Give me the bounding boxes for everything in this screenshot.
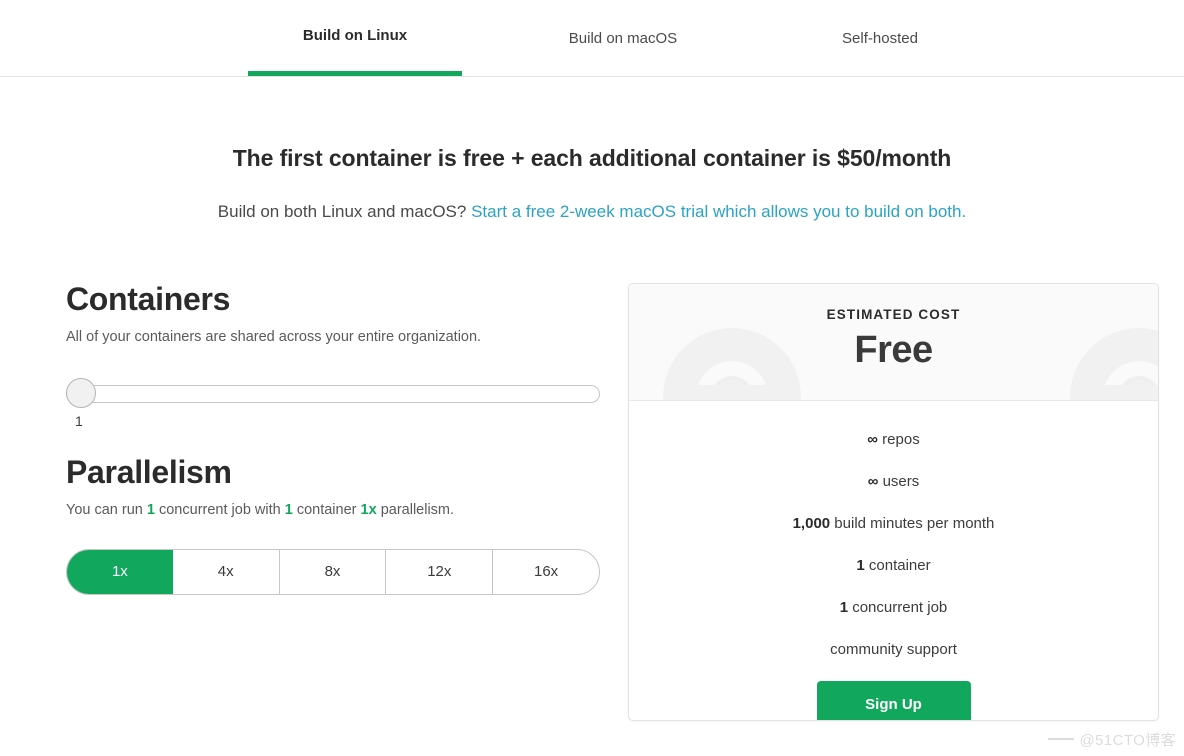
tab-build-on-macos[interactable]: Build on macOS (516, 0, 730, 76)
feature-item: ∞ repos (629, 419, 1158, 461)
estimated-cost-label: ESTIMATED COST (826, 307, 961, 322)
containers-slider[interactable]: 1 (66, 375, 600, 429)
tab-bar: Build on Linux Build on macOS Self-hoste… (0, 0, 1184, 77)
watermark-rule (1048, 738, 1074, 740)
feature-item: 1 container (629, 545, 1158, 587)
slider-handle[interactable] (66, 377, 96, 408)
parallelism-jobs-value: 1 (146, 501, 155, 518)
slider-value-label: 1 (75, 412, 83, 429)
parallelism-desc-prefix: You can run (66, 501, 147, 518)
tab-label: Build on Linux (302, 27, 408, 44)
parallelism-title: Parallelism (66, 453, 232, 490)
tab-build-on-linux[interactable]: Build on Linux (248, 0, 462, 76)
parallelism-multiplier-value: 1x (360, 501, 377, 518)
containers-description: All of your containers are shared across… (66, 328, 482, 345)
signup-container: Sign Up (629, 681, 1158, 720)
parallelism-option-12x[interactable]: 12x (386, 549, 494, 594)
parallelism-option-label: 12x (427, 563, 452, 580)
parallelism-selector: 1x 4x 8x 12x 16x (66, 548, 600, 595)
pricing-subline: Build on both Linux and macOS? Start a f… (0, 202, 1184, 222)
feature-item: 1,000 build minutes per month (629, 503, 1158, 545)
estimated-cost-features: ∞ repos ∞ users 1,000 build minutes per … (629, 401, 1158, 720)
feature-value: 1 (856, 557, 865, 574)
parallelism-option-label: 8x (324, 563, 341, 580)
parallelism-desc-mid2: container (292, 501, 361, 518)
parallelism-description: You can run 1 concurrent job with 1 cont… (66, 502, 600, 518)
config-left-column: Containers All of your containers are sh… (66, 281, 600, 595)
parallelism-option-1x[interactable]: 1x (67, 549, 173, 594)
feature-item: ∞ users (629, 461, 1158, 503)
parallelism-option-label: 4x (217, 563, 234, 580)
subline-prefix: Build on both Linux and macOS? (217, 202, 472, 221)
tab-label: Self-hosted (842, 29, 918, 47)
macos-trial-link[interactable]: Start a free 2-week macOS trial which al… (471, 202, 966, 221)
feature-item: community support (629, 629, 1158, 671)
parallelism-desc-suffix: parallelism. (376, 501, 455, 518)
parallelism-option-16x[interactable]: 16x (493, 549, 599, 594)
feature-text: build minutes per month (830, 515, 995, 532)
parallelism-option-label: 1x (111, 563, 128, 580)
pricing-headline: The first container is free + each addit… (232, 145, 952, 171)
parallelism-option-label: 16x (533, 563, 559, 580)
feature-text: community support (830, 641, 957, 658)
slider-track[interactable] (66, 384, 600, 403)
sign-up-button[interactable]: Sign Up (816, 681, 971, 720)
page-watermark: @51CTO博客 (1079, 732, 1176, 749)
estimated-cost-price: Free (854, 329, 933, 371)
parallelism-option-8x[interactable]: 8x (279, 549, 387, 594)
tab-self-hosted[interactable]: Self-hosted (773, 0, 987, 76)
feature-text: users (878, 473, 920, 490)
feature-item: 1 concurrent job (629, 587, 1158, 629)
feature-value: 1,000 (792, 515, 831, 532)
parallelism-desc-mid1: concurrent job with (154, 501, 285, 518)
feature-text: concurrent job (848, 599, 948, 616)
feature-value: 1 (839, 599, 849, 616)
estimated-cost-card: ESTIMATED COST Free ∞ repos ∞ users 1,00… (628, 283, 1159, 721)
feature-text: container (864, 557, 931, 574)
feature-value: ∞ (867, 431, 878, 448)
parallelism-option-4x[interactable]: 4x (172, 549, 280, 594)
parallelism-containers-value: 1 (284, 501, 293, 518)
feature-value: ∞ (867, 473, 879, 490)
feature-text: repos (878, 431, 920, 448)
estimated-cost-header: ESTIMATED COST Free (629, 284, 1158, 401)
containers-title: Containers (66, 281, 231, 317)
tab-label: Build on macOS (568, 29, 678, 47)
